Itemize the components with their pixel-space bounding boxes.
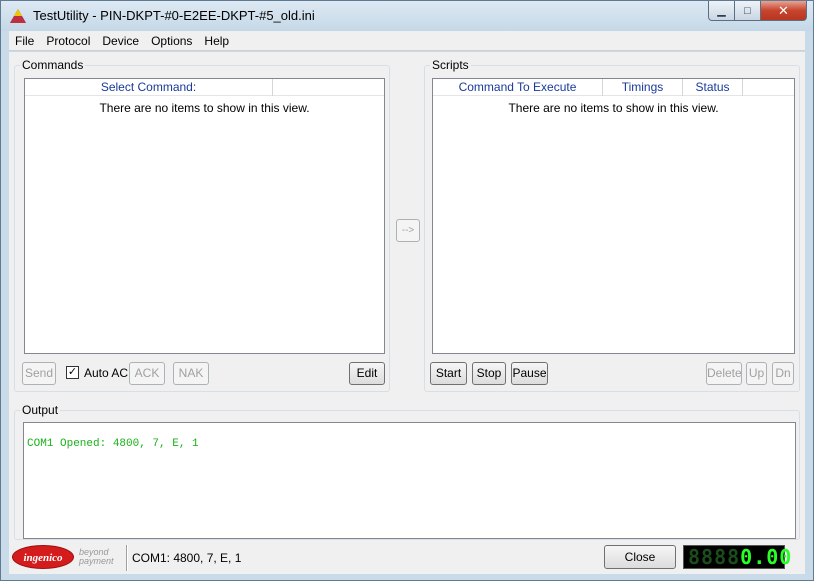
column-select-command[interactable]: Select Command: (25, 79, 273, 96)
column-status[interactable]: Status (683, 79, 743, 96)
status-bar: ingenico beyond payment COM1: 4800, 7, E… (9, 542, 805, 574)
column-command-to-execute[interactable]: Command To Execute (433, 79, 603, 96)
start-button[interactable]: Start (430, 362, 467, 385)
scripts-empty-text: There are no items to show in this view. (508, 101, 719, 115)
output-line: COM1 Opened: 4800, 7, E, 1 (27, 438, 199, 450)
pause-button[interactable]: Pause (511, 362, 548, 385)
connection-status: COM1: 4800, 7, E, 1 (132, 551, 242, 565)
status-divider (126, 545, 128, 571)
title-bar[interactable]: TestUtility - PIN-DKPT-#0-E2EE-DKPT-#5_o… (1, 1, 813, 31)
client-area: Commands Select Command: There are no it… (9, 52, 805, 574)
move-up-button[interactable]: Up (746, 362, 767, 385)
scripts-list-header: Command To Execute Timings Status (433, 79, 794, 96)
stop-button[interactable]: Stop (472, 362, 506, 385)
close-window-button[interactable]: ✕ (761, 1, 807, 21)
menu-options[interactable]: Options (145, 31, 198, 51)
edit-button[interactable]: Edit (349, 362, 385, 385)
lcd-value: 0.00 (740, 545, 793, 569)
column-timings[interactable]: Timings (603, 79, 683, 96)
commands-empty-text: There are no items to show in this view. (99, 101, 310, 115)
menu-device[interactable]: Device (96, 31, 145, 51)
logo-tagline: beyond payment (79, 547, 114, 566)
scripts-group-label: Scripts (430, 58, 471, 72)
app-window: TestUtility - PIN-DKPT-#0-E2EE-DKPT-#5_o… (0, 0, 814, 581)
menu-protocol[interactable]: Protocol (40, 31, 96, 51)
commands-list[interactable]: Select Command: There are no items to sh… (24, 78, 385, 354)
add-to-script-button[interactable]: --> (396, 219, 420, 242)
lcd-dim-digits: 8888 (688, 545, 741, 569)
output-group: Output COM1 Opened: 4800, 7, E, 1 (14, 403, 800, 540)
commands-group-label: Commands (20, 58, 86, 72)
maximize-button[interactable]: □ (735, 1, 761, 21)
commands-group: Commands Select Command: There are no it… (14, 58, 390, 392)
scripts-list[interactable]: Command To Execute Timings Status There … (432, 78, 795, 354)
window-controls: ▁ □ ✕ (708, 1, 807, 21)
lcd-display: 88880.00 (683, 545, 791, 569)
close-icon: ✕ (778, 2, 789, 18)
close-button[interactable]: Close (604, 545, 676, 569)
auto-ack-label: Auto ACK (84, 366, 128, 380)
app-logo-icon (10, 9, 26, 23)
scripts-group: Scripts Command To Execute Timings Statu… (424, 58, 800, 392)
auto-ack-checkbox[interactable]: ✓ (66, 366, 79, 379)
menu-file[interactable]: File (9, 31, 40, 51)
maximize-icon: □ (744, 4, 751, 17)
send-button[interactable]: Send (22, 362, 56, 385)
menu-help[interactable]: Help (198, 31, 235, 51)
delete-button[interactable]: Delete (706, 362, 742, 385)
output-group-label: Output (20, 403, 61, 417)
move-down-button[interactable]: Dn (772, 362, 794, 385)
output-log[interactable]: COM1 Opened: 4800, 7, E, 1 (23, 422, 796, 539)
minimize-button[interactable]: ▁ (708, 1, 735, 21)
commands-list-header: Select Command: (25, 79, 384, 96)
nak-button[interactable]: NAK (173, 362, 209, 385)
ingenico-logo: ingenico (12, 545, 74, 569)
window-title: TestUtility - PIN-DKPT-#0-E2EE-DKPT-#5_o… (33, 8, 315, 23)
ack-button[interactable]: ACK (129, 362, 165, 385)
minimize-icon: ▁ (717, 5, 726, 17)
menu-bar: File Protocol Device Options Help (9, 31, 805, 51)
